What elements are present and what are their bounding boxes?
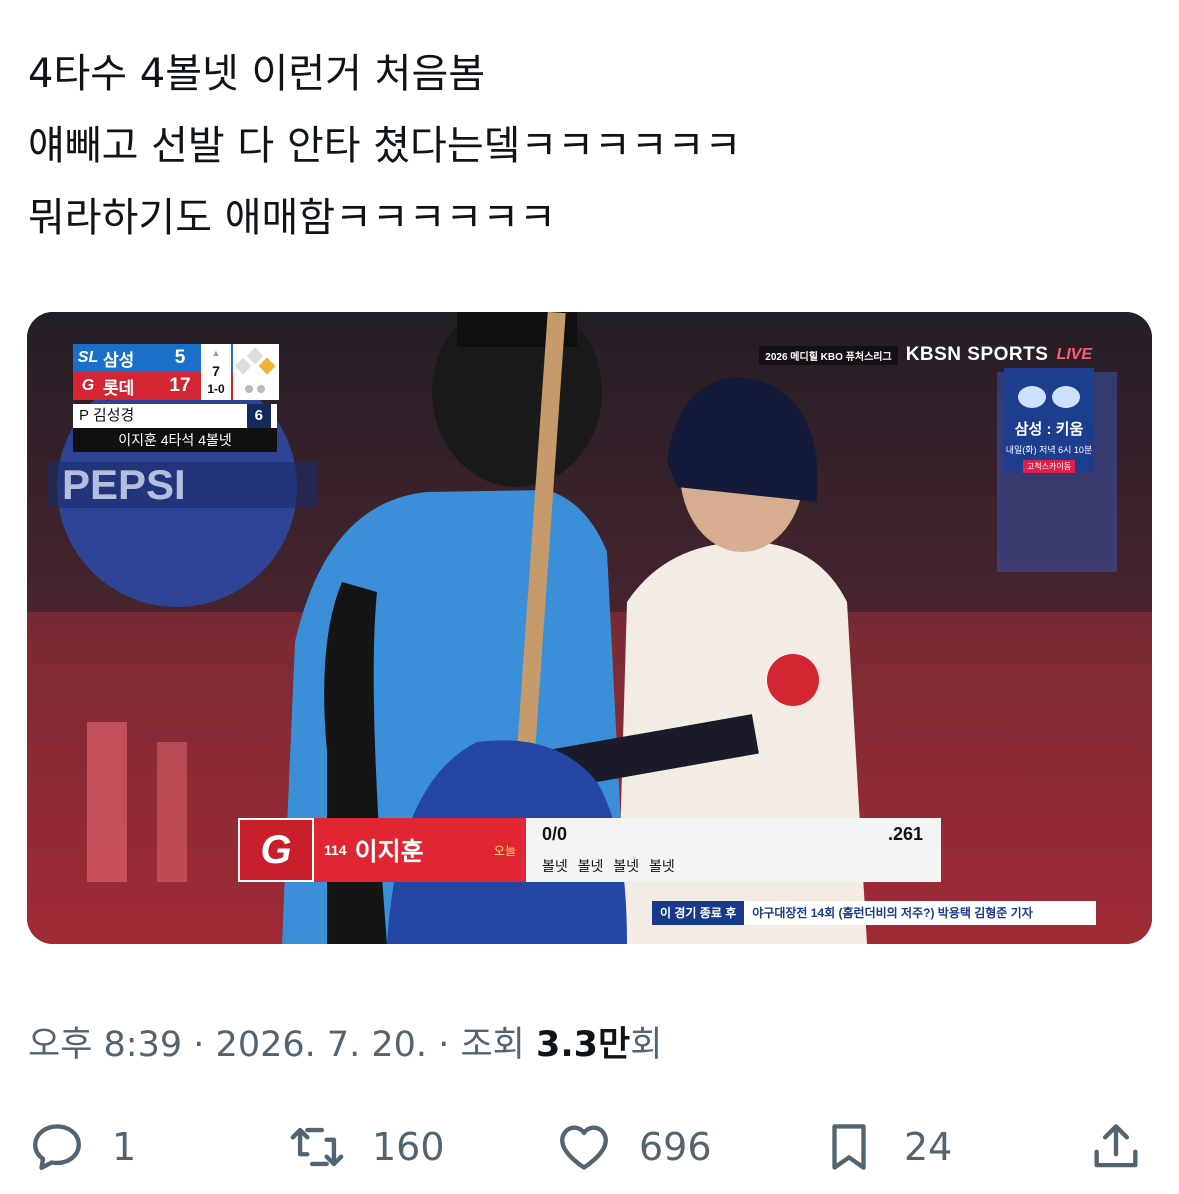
views-suffix: 회 (630, 1025, 663, 1065)
inning-indicator: ▲ 7 1-0 (201, 344, 231, 400)
kiwoom-emblem-icon (1052, 386, 1080, 408)
lotte-logo: G (81, 377, 95, 394)
tweet-line-3: 뭐라하기도 애매함ㅋㅋㅋㅋㅋㅋ (28, 195, 556, 241)
bookmark-count: 24 (904, 1125, 953, 1169)
team2-name: 롯데 (103, 378, 135, 398)
samsung-logo: SL (77, 349, 99, 366)
reply-icon (33, 1124, 81, 1170)
tweet-meta: 오후 8:39 · 2026. 7. 20. · 조회 3.3만회 (28, 1016, 662, 1067)
tweet-actions: 1 160 696 24 (0, 1115, 1179, 1179)
player-number: 114 (324, 842, 347, 858)
tweet-media-video[interactable]: PEPSI SL 삼성 5 G 롯데 17 ▲ 7 1-0 P 김성경 6 이지… (27, 312, 1152, 944)
pitch-count: 6 (246, 404, 271, 428)
promo-venue: 고척스카이돔 (1022, 460, 1076, 473)
inning-number: 7 (212, 363, 220, 379)
ticker-text: 야구대장전 14회 (홈런더비의 저주?) 박용택 김형준 기자 (744, 901, 1096, 925)
promo-teams: 삼성 : 키움 (1014, 421, 1084, 438)
views-count: 3.3 (536, 1025, 599, 1065)
league-label: 2026 메디힐 KBO 퓨처스리그 (759, 345, 898, 365)
reply-button[interactable]: 1 (28, 1115, 136, 1179)
tweet-line-1: 4타수 4볼넷 이런거 처음봄 (28, 51, 486, 97)
network-name: KBSN SPORTS (905, 344, 1049, 365)
share-icon (1094, 1124, 1138, 1168)
like-button[interactable]: 696 (555, 1115, 712, 1179)
lotte-giants-logo: G (238, 818, 314, 882)
samsung-emblem-icon (1018, 386, 1046, 408)
post-time[interactable]: 오후 8:39 (28, 1025, 182, 1065)
player-stats: 0/0 .261 볼넷 볼넷 볼넷 볼넷 (526, 818, 941, 882)
network-bug: 2026 메디힐 KBO 퓨처스리그 KBSN SPORTS LIVE (759, 344, 1092, 366)
player-name-box: 114 이지훈 오늘 (314, 818, 526, 882)
inning-top-arrow-icon: ▲ (211, 348, 221, 358)
like-count: 696 (639, 1125, 712, 1169)
player-name: 이지훈 (354, 838, 424, 866)
meta-separator: · (438, 1025, 450, 1065)
meta-separator: · (193, 1025, 205, 1065)
retweet-button[interactable]: 160 (288, 1115, 445, 1179)
scoreboard-note: 이지훈 4타석 4볼넷 (73, 428, 277, 452)
today-label: 오늘 (493, 843, 516, 858)
count: 1-0 (207, 382, 225, 396)
retweet-icon (290, 1127, 344, 1167)
heart-icon (560, 1125, 608, 1170)
player-at-bats: 0/0 (542, 824, 568, 844)
pitcher-row: P 김성경 6 (73, 404, 277, 428)
tweet-line-2: 얘빼고 선발 다 안타 쳤다는뎈ㅋㅋㅋㅋㅋㅋ (28, 123, 742, 169)
bookmark-button[interactable]: 24 (820, 1115, 952, 1179)
share-button[interactable] (1087, 1115, 1145, 1179)
player-lower-third: G 114 이지훈 오늘 0/0 .261 볼넷 볼넷 볼넷 볼넷 (238, 818, 941, 882)
bases-diamond-icon (233, 344, 279, 400)
post-date[interactable]: 2026. 7. 20. (216, 1025, 428, 1065)
reply-count: 1 (112, 1125, 137, 1169)
broadcast-ticker: 이 경기 종료 후 야구대장전 14회 (홈런더비의 저주?) 박용택 김형준 … (652, 901, 1096, 925)
next-game-promo: 삼성 : 키움 내일(화) 저녁 6시 10분 고척스카이돔 (1004, 368, 1094, 473)
views-label: 조회 (460, 1025, 525, 1065)
team1-score: 5 (174, 347, 186, 368)
promo-time: 내일(화) 저녁 6시 10분 (1005, 445, 1093, 455)
player-results: 볼넷 볼넷 볼넷 볼넷 (542, 858, 675, 874)
ticker-label: 이 경기 종료 후 (652, 901, 745, 925)
player-average: .261 (887, 824, 923, 844)
team1-name: 삼성 (103, 350, 135, 370)
bookmark-icon (832, 1124, 866, 1170)
retweet-count: 160 (372, 1125, 445, 1169)
views-unit: 만 (598, 1025, 631, 1065)
live-badge: LIVE (1056, 346, 1092, 363)
tweet-text: 4타수 4볼넷 이런거 처음봄 얘빼고 선발 다 안타 쳤다는뎈ㅋㅋㅋㅋㅋㅋ 뭐… (28, 38, 1148, 254)
team-logos (1004, 386, 1094, 408)
scoreboard: SL 삼성 5 G 롯데 17 ▲ 7 1-0 P 김성경 6 이지훈 4타석 … (73, 344, 279, 452)
pitcher-name: P 김성경 (79, 407, 135, 424)
team2-score: 17 (169, 375, 191, 396)
svg-text:PEPSI: PEPSI (62, 461, 186, 508)
